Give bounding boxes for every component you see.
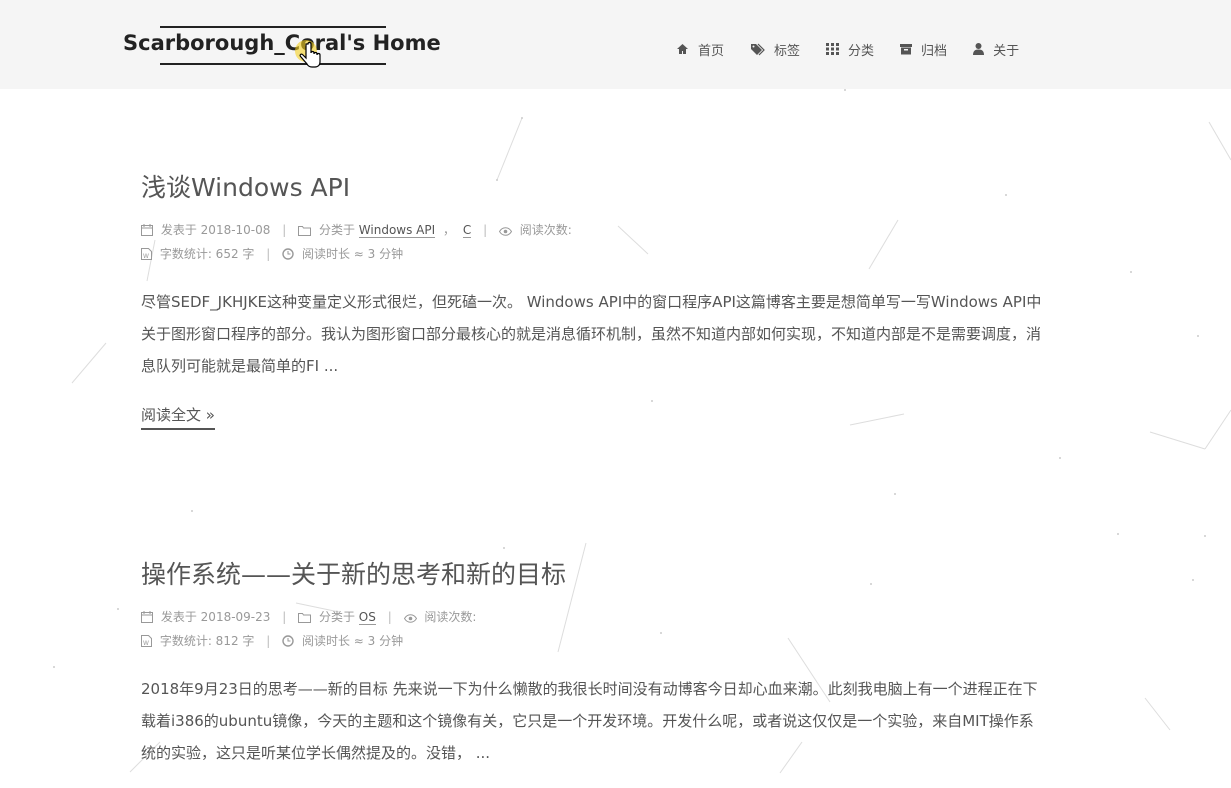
post-excerpt: 2018年9月23日的思考——新的目标 先来说一下为什么懒散的我很长时间没有动博… [141,680,1038,762]
eye-icon [403,614,417,623]
clock-icon [282,635,294,647]
post-meta: 发表于 2018-10-08 | 分类于 Windows API ， C | 阅… [141,218,1043,242]
views-label: 阅读次数: [519,223,572,237]
post-stats: W 字数统计: 812 字 | 阅读时长 ≈ 3 分钟 [141,629,1043,653]
category-link[interactable]: C [462,223,472,238]
read-more-link[interactable]: 阅读全文 » [141,404,215,430]
nav-label: 标签 [774,43,801,59]
tags-icon [751,43,765,55]
post-stats: W 字数统计: 652 字 | 阅读时长 ≈ 3 分钟 [141,242,1043,266]
svg-text:W: W [143,253,149,260]
post-meta: 发表于 2018-09-23 | 分类于 OS | 阅读次数: [141,605,1043,629]
svg-text:W: W [143,640,149,647]
nav-label: 归档 [921,43,948,59]
site-header: Scarborough_Coral's Home 首页 标签 分类 归档 关于 [0,0,1231,89]
nav-item-home[interactable]: 首页 [676,38,724,60]
file-word-icon: W [141,635,152,647]
meta-divider: | [483,223,488,237]
nav-label: 首页 [698,43,725,59]
nav-item-categories[interactable]: 分类 [826,38,874,60]
calendar-icon [141,611,153,623]
category-label: 分类于 [318,610,355,624]
nav-item-about[interactable]: 关于 [973,38,1019,60]
post-date: 2018-10-08 [200,223,271,237]
post-item: 操作系统——关于新的思考和新的目标 发表于 2018-09-23 | 分类于 O… [141,555,1043,769]
nav-item-archives[interactable]: 归档 [900,38,947,60]
nav-label: 关于 [993,43,1020,59]
category-link[interactable]: Windows API [358,223,436,238]
nav-item-tags[interactable]: 标签 [750,38,800,60]
read-time: 阅读时长 ≈ 3 分钟 [301,247,404,261]
category-link[interactable]: OS [358,610,376,625]
posted-label: 发表于 [160,610,197,624]
posted-label: 发表于 [160,223,197,237]
read-time: 阅读时长 ≈ 3 分钟 [301,634,404,648]
nav-label: 分类 [848,43,875,59]
home-icon [677,44,688,54]
word-count: 字数统计: 652 字 [159,247,255,261]
folder-icon [298,613,312,623]
views-label: 阅读次数: [424,610,477,624]
hand-cursor-icon [295,40,321,68]
category-separator: ， [443,223,456,237]
meta-divider: | [282,610,287,624]
archive-icon [900,44,913,55]
post-item: 浅谈Windows API 发表于 2018-10-08 | 分类于 Windo… [141,168,1043,430]
word-count: 字数统计: 812 字 [159,634,255,648]
meta-divider: | [266,247,271,261]
brand-top-line [160,26,386,28]
post-excerpt: 尽管SEDF_JKHJKE这种变量定义形式很烂，但死磕一次。 Windows A… [141,293,1042,375]
post-title[interactable]: 操作系统——关于新的思考和新的目标 [141,555,1043,591]
clock-icon [282,248,294,260]
meta-divider: | [387,610,392,624]
category-label: 分类于 [318,223,355,237]
post-title[interactable]: 浅谈Windows API [141,168,1043,204]
main-nav: 首页 标签 分类 归档 关于 [676,38,1019,60]
eye-icon [498,227,513,236]
meta-divider: | [266,634,271,648]
brand-bottom-line [160,63,386,65]
site-title[interactable]: Scarborough_Coral's Home [123,31,441,55]
th-icon [826,43,840,55]
meta-divider: | [282,223,287,237]
post-date: 2018-09-23 [200,610,271,624]
user-icon [973,43,985,55]
folder-icon [298,226,312,236]
calendar-icon [141,224,153,236]
file-word-icon: W [141,248,152,260]
